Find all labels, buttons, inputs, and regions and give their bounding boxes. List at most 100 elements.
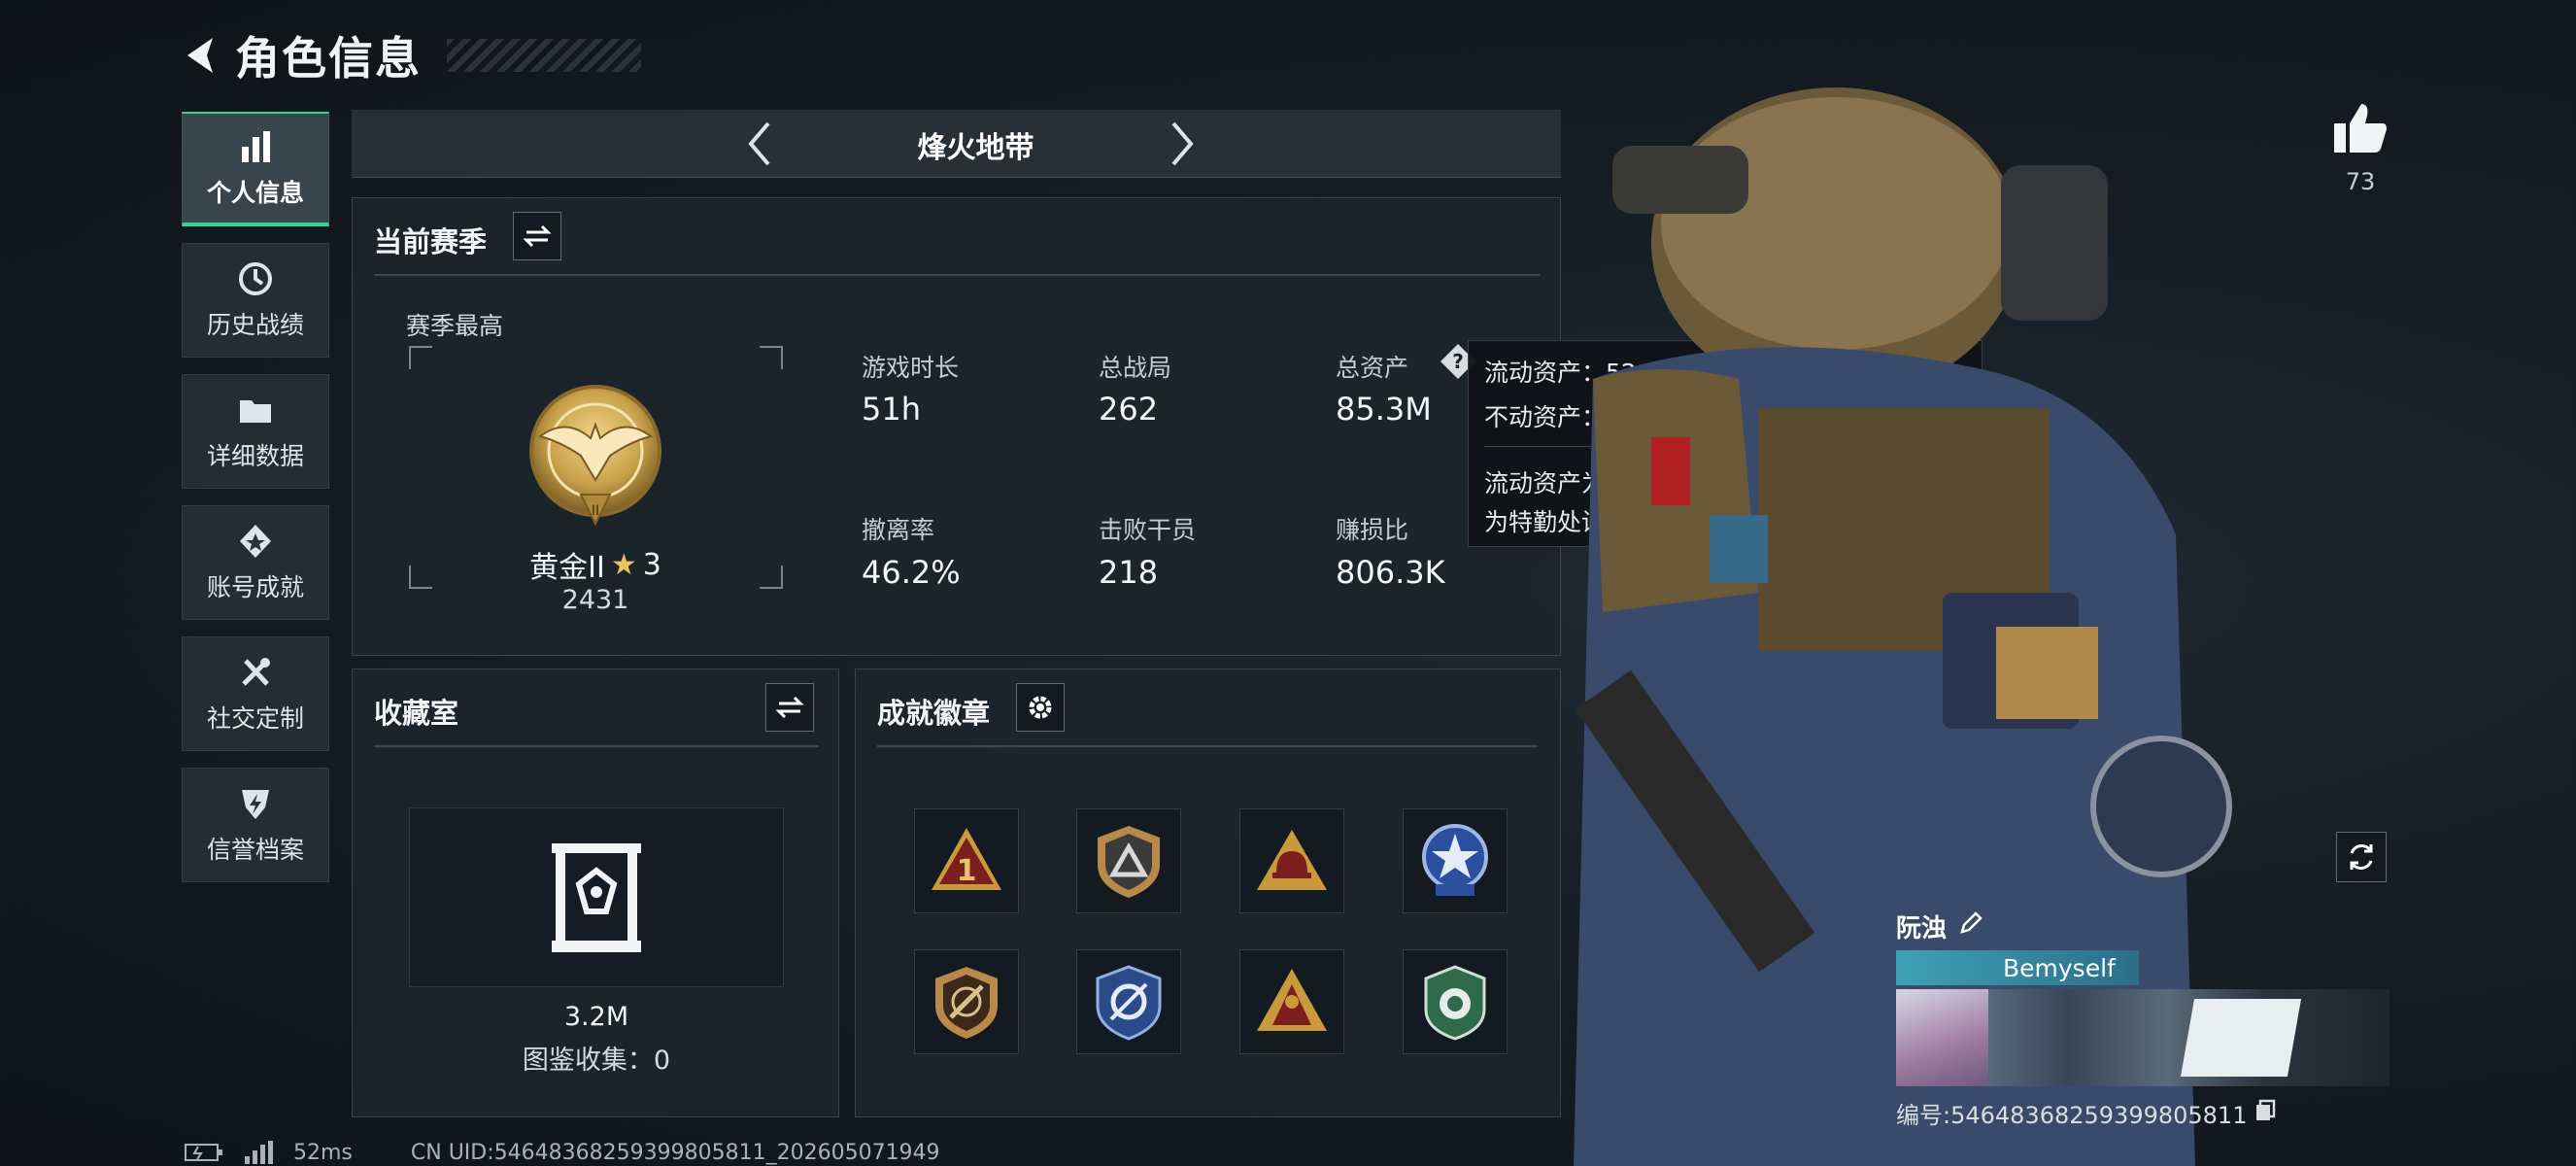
achievement-badge[interactable] [1239,808,1344,913]
star-icon: ★ [610,547,637,582]
ping-value: 52ms [293,1140,353,1165]
sidebar-item-achievements[interactable]: 账号成就 [182,505,329,620]
stat-label: 撤离率 [862,516,935,544]
sidebar-item-label: 详细数据 [206,442,304,470]
achievements-settings-button[interactable] [1016,683,1065,732]
tools-icon [242,658,270,686]
achievement-badge[interactable] [1239,949,1344,1054]
title-decoration [447,39,641,72]
edit-name-button[interactable] [1958,910,1983,943]
sidebar-item-label: 历史战绩 [206,311,304,339]
copy-id-button[interactable] [2254,1099,2276,1128]
status-footer: 52ms CN UID:5464836825939980581​1_202605… [185,1139,1156,1166]
chevron-right-icon [1171,121,1194,166]
folder-icon [240,400,271,423]
shield-icon [242,790,269,819]
stat-value: 262 [1099,391,1159,428]
player-tag: Bemyself [2003,953,2116,982]
page-title: 角色信息 [235,32,422,85]
divider [374,745,819,747]
next-mode-button[interactable] [1158,118,1206,170]
stat-value: 218 [1099,554,1159,591]
stat-value: 85.3M [1336,391,1432,428]
player-name: 阮浊 [1896,914,1948,943]
achievement-badge[interactable]: 1 [914,808,1019,913]
collection-catalog: 图鉴收集：0 [522,1046,671,1076]
battery-icon [185,1144,222,1161]
stat-value: 46.2% [862,554,961,591]
divider [877,745,1538,747]
svg-text:II: II [592,503,599,519]
achievement-badge[interactable] [1403,808,1508,913]
season-switch-button[interactable] [513,212,561,260]
helmet-badge-icon [1257,830,1327,890]
season-panel: 当前赛季 赛季最高 II 黄金II ★ 3 2431 游戏时长 51h 总战局 … [352,197,1561,656]
header: 角色信息 [175,21,661,89]
achievement-badge[interactable] [914,949,1019,1054]
sidebar-item-social-custom[interactable]: 社交定制 [182,636,329,751]
divider [374,274,1540,276]
stat-value: 51h [862,391,921,428]
player-tag-bar: Bemyself [1896,950,2139,985]
sidebar-item-detailed-data[interactable]: 详细数据 [182,374,329,489]
gear-icon [1029,696,1052,719]
prev-mode-button[interactable] [735,118,784,170]
swap-icon [775,696,804,719]
vault-icon [546,836,647,954]
sidebar-item-personal-info[interactable]: 个人信息 [182,112,329,226]
player-banner[interactable] [1896,989,2390,1086]
star-emblem-badge-icon [1422,824,1488,896]
like-widget[interactable]: 73 [2312,102,2409,195]
blue-shield-badge-icon [1096,965,1162,1041]
rank-name-row: 黄金II ★ 3 [445,543,746,586]
triangle-shield-badge-icon [1098,826,1160,898]
chevron-left-icon [748,121,770,166]
svg-text:?: ? [1452,350,1464,373]
sidebar-item-label: 个人信息 [206,179,304,207]
bar-chart-icon [242,131,270,162]
pencil-icon [1960,911,1983,934]
collection-display[interactable] [409,807,784,987]
stat-label: 总战局 [1099,354,1172,382]
player-name-row: 阮浊 [1896,909,2391,944]
achievements-panel: 成就徽章 1 [855,669,1561,1117]
rank-score: 2431 [561,585,629,615]
sidebar-item-history[interactable]: 历史战绩 [182,243,329,358]
collection-switch-button[interactable] [765,683,814,732]
crossed-rifle-badge-icon [935,967,998,1039]
achievement-badge[interactable] [1076,808,1181,913]
green-emblem-badge-icon [1424,965,1486,1041]
banner-character-image [1896,989,1988,1086]
banner-laptop-image [2180,999,2302,1077]
history-icon [239,262,272,295]
rank-one-badge-icon: 1 [932,828,1001,890]
achievement-badge[interactable] [1076,949,1181,1054]
achievements-title: 成就徽章 [877,697,991,730]
sidebar-item-reputation[interactable]: 信誉档案 [182,768,329,882]
rank-stars: 3 [642,547,661,582]
copy-icon [2256,1099,2276,1120]
stat-value: 806.3K [1336,554,1445,591]
stat-label: 游戏时长 [862,354,960,382]
player-id: 编号:5464836825939980581​1 [1896,1102,2248,1129]
refresh-icon [2350,844,2373,870]
signal-icon [245,1141,273,1164]
mode-selector: 烽火地带 [352,110,1561,178]
player-card: 阮浊 Bemyself 编号:5464836825939980581​1 [1896,909,2391,1132]
collection-title: 收藏室 [374,697,459,730]
collection-value: 3.2M [563,1002,629,1032]
svg-text:1: 1 [957,854,977,888]
rank-name: 黄金II [529,551,605,585]
sidebar-item-label: 信誉档案 [206,836,304,864]
player-id-row: 编号:5464836825939980581​1 [1896,1096,2391,1130]
refresh-button[interactable] [2336,832,2387,882]
achievement-badge[interactable] [1403,949,1508,1054]
collection-panel: 收藏室 3.2M 图鉴收集：0 [352,669,839,1117]
gold-eagle-emblem-icon: II [529,385,661,527]
stat-label: 赚损比 [1336,516,1409,544]
back-arrow-icon[interactable] [175,26,223,85]
sidebar-item-label: 社交定制 [206,704,304,733]
stat-label: 总资产 [1336,354,1409,382]
season-best-label: 赛季最高 [406,312,504,340]
rank-emblem: II [523,378,668,529]
